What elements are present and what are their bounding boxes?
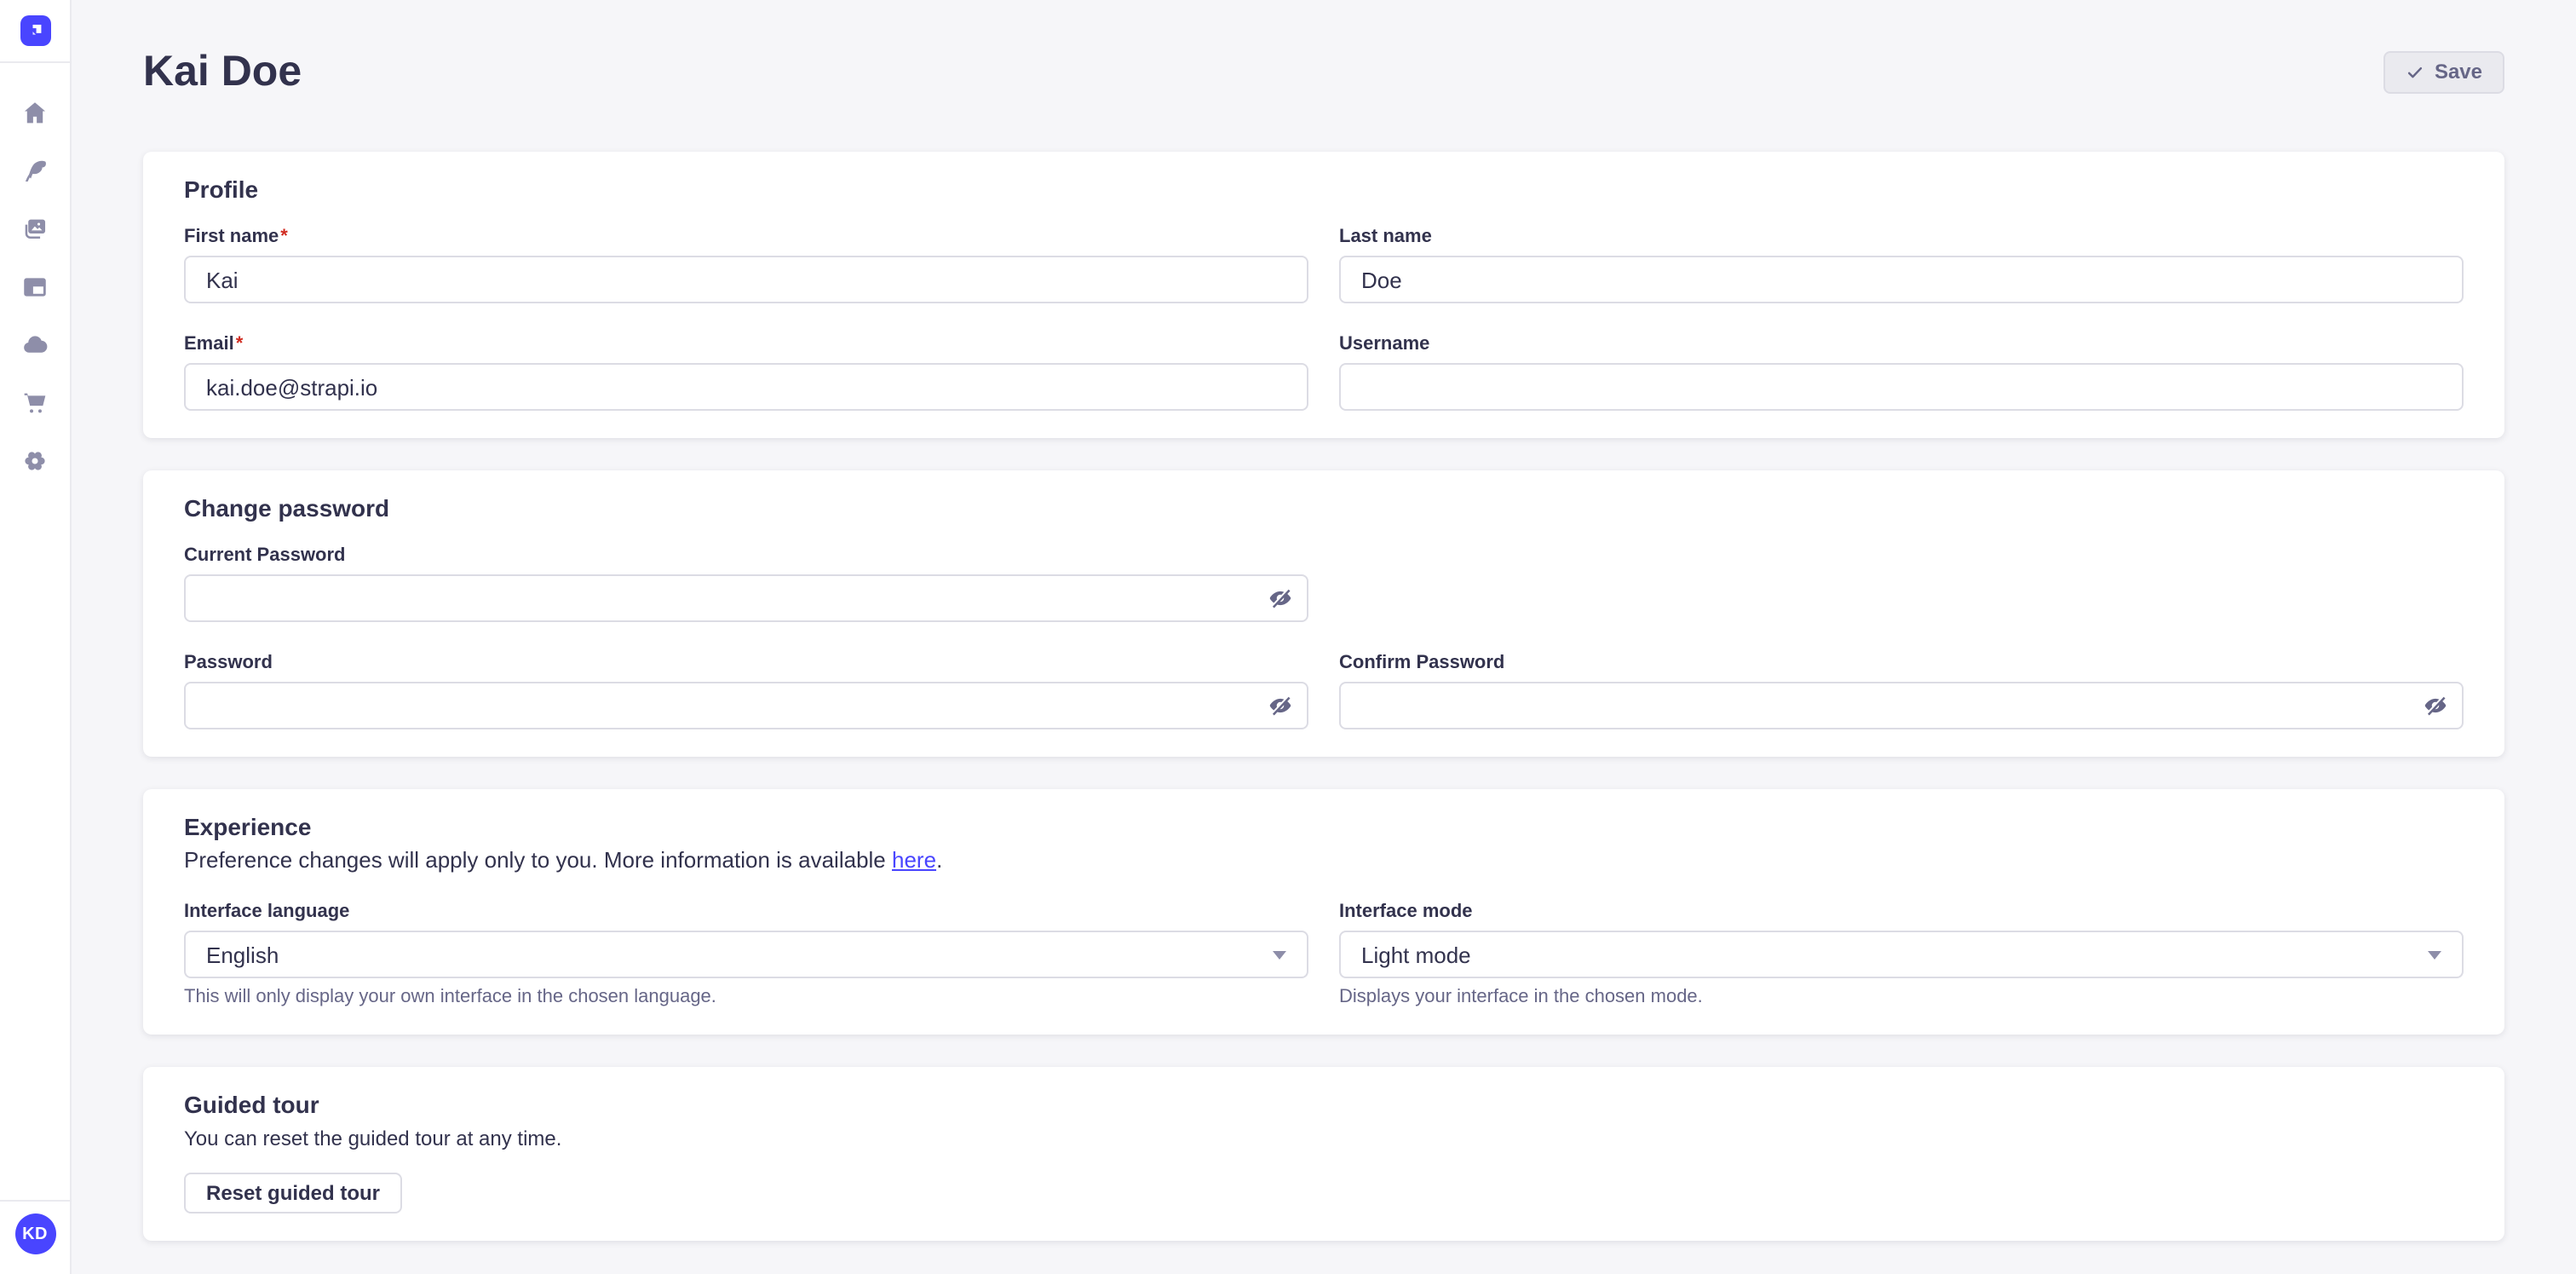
new-password-input[interactable] (184, 682, 1308, 729)
user-avatar[interactable]: KD (14, 1213, 55, 1254)
confirm-password-field-group: Confirm Password (1339, 653, 2464, 729)
change-password-card: Change password Current Password (143, 470, 2504, 757)
gear-icon (20, 446, 49, 475)
sidebar-item-content-type-builder[interactable] (0, 266, 71, 307)
cart-icon (20, 388, 49, 417)
interface-mode-field-group: Interface mode Light mode Displays your … (1339, 902, 2464, 1007)
toggle-current-password-visibility[interactable] (1268, 585, 1293, 611)
interface-mode-helper: Displays your interface in the chosen mo… (1339, 987, 2464, 1007)
interface-language-select[interactable]: English (184, 931, 1308, 978)
strapi-admin-app: KD Kai Doe Save Profile First name* (0, 0, 2576, 1274)
username-label: Username (1339, 334, 2464, 355)
current-password-field-group: Current Password (184, 545, 1308, 622)
feather-icon (20, 156, 49, 185)
profile-heading: Profile (184, 176, 2464, 203)
interface-language-value: English (206, 942, 279, 967)
media-library-icon (20, 214, 49, 243)
main-content: Kai Doe Save Profile First name* (72, 0, 2576, 1274)
last-name-label: Last name (1339, 227, 2464, 247)
last-name-input[interactable] (1339, 256, 2464, 303)
experience-heading: Experience (184, 813, 2464, 840)
eye-off-icon (1268, 693, 1293, 718)
experience-description: Preference changes will apply only to yo… (184, 847, 2464, 874)
cloud-icon (20, 330, 49, 359)
experience-card: Experience Preference changes will apply… (143, 789, 2504, 1035)
password-grid: Current Password (184, 545, 2464, 729)
current-password-input[interactable] (184, 574, 1308, 622)
interface-mode-select[interactable]: Light mode (1339, 931, 2464, 978)
page-header: Kai Doe Save (72, 0, 2576, 97)
email-input[interactable] (184, 363, 1308, 411)
confirm-password-label: Confirm Password (1339, 653, 2464, 673)
sidebar-item-home[interactable] (0, 92, 71, 133)
sidebar-item-settings[interactable] (0, 440, 71, 481)
username-field-group: Username (1339, 334, 2464, 411)
required-asterisk: * (236, 334, 244, 355)
page-title: Kai Doe (143, 46, 2383, 97)
check-icon (2406, 62, 2424, 81)
change-password-heading: Change password (184, 494, 2464, 522)
experience-grid: Interface language English This will onl… (184, 902, 2464, 1007)
new-password-field-group: Password (184, 653, 1308, 729)
interface-language-field-group: Interface language English This will onl… (184, 902, 1308, 1007)
eye-off-icon (1268, 585, 1293, 611)
sidebar-item-marketplace[interactable] (0, 382, 71, 423)
email-field-group: Email* (184, 334, 1308, 411)
guided-tour-description: You can reset the guided tour at any tim… (184, 1125, 2464, 1152)
reset-guided-tour-button[interactable]: Reset guided tour (184, 1173, 402, 1213)
chevron-down-icon (1273, 950, 1286, 959)
interface-language-helper: This will only display your own interfac… (184, 987, 1308, 1007)
first-name-input[interactable] (184, 256, 1308, 303)
new-password-label: Password (184, 653, 1308, 673)
sidebar-footer: KD (0, 1200, 70, 1274)
home-icon (20, 98, 49, 127)
required-asterisk: * (280, 227, 288, 247)
confirm-password-input[interactable] (1339, 682, 2464, 729)
current-password-label: Current Password (184, 545, 1308, 566)
email-label: Email* (184, 334, 1308, 355)
eye-off-icon (2423, 693, 2448, 718)
save-button[interactable]: Save (2383, 50, 2504, 93)
chevron-down-icon (2428, 950, 2441, 959)
layout-icon (20, 272, 49, 301)
sidebar-item-cloud[interactable] (0, 324, 71, 365)
sidebar-item-content-manager[interactable] (0, 150, 71, 191)
toggle-confirm-password-visibility[interactable] (2423, 693, 2448, 718)
sidebar-nav (0, 63, 70, 481)
first-name-label: First name* (184, 227, 1308, 247)
profile-grid: First name* Last name Email* Username (184, 227, 2464, 411)
password-grid-spacer (1339, 545, 2464, 622)
interface-language-label: Interface language (184, 902, 1308, 922)
first-name-field-group: First name* (184, 227, 1308, 303)
strapi-mark (23, 19, 47, 43)
form-sections: Profile First name* Last name Email* (72, 152, 2576, 1241)
sidebar: KD (0, 0, 72, 1274)
interface-mode-value: Light mode (1361, 942, 1471, 967)
logo-container (0, 0, 70, 63)
sidebar-item-media-library[interactable] (0, 208, 71, 249)
interface-mode-label: Interface mode (1339, 902, 2464, 922)
username-input[interactable] (1339, 363, 2464, 411)
strapi-logo-icon[interactable] (20, 15, 50, 46)
guided-tour-heading: Guided tour (184, 1091, 2464, 1118)
more-information-link[interactable]: here (892, 847, 936, 873)
save-button-label: Save (2435, 60, 2482, 84)
guided-tour-card: Guided tour You can reset the guided tou… (143, 1067, 2504, 1241)
last-name-field-group: Last name (1339, 227, 2464, 303)
toggle-new-password-visibility[interactable] (1268, 693, 1293, 718)
profile-card: Profile First name* Last name Email* (143, 152, 2504, 438)
